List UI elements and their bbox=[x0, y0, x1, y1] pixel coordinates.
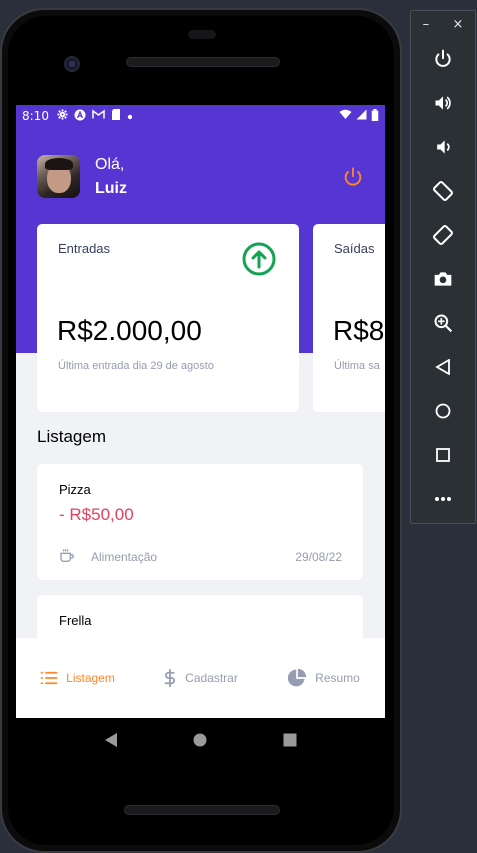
power-icon bbox=[344, 167, 362, 186]
camera-icon bbox=[434, 272, 452, 286]
rotate-right-button[interactable] bbox=[430, 222, 456, 248]
wifi-icon bbox=[339, 109, 352, 123]
nav-back-button[interactable] bbox=[102, 731, 120, 749]
tab-label: Listagem bbox=[66, 671, 115, 685]
power-icon bbox=[435, 49, 451, 67]
nav-overview-button[interactable] bbox=[281, 731, 299, 749]
gmail-icon bbox=[92, 109, 105, 123]
coffee-icon bbox=[59, 548, 75, 564]
front-camera bbox=[64, 56, 80, 72]
overview-square-icon bbox=[283, 733, 297, 747]
nav-home-button[interactable] bbox=[191, 731, 209, 749]
volume-down-button[interactable] bbox=[430, 134, 456, 160]
list-icon bbox=[40, 671, 58, 685]
tab-listagem[interactable]: Listagem bbox=[16, 638, 139, 718]
battery-icon bbox=[371, 108, 379, 124]
home-icon bbox=[435, 403, 451, 419]
power-button[interactable] bbox=[430, 46, 456, 72]
android-nav-bar bbox=[16, 718, 385, 762]
android-auto-icon bbox=[74, 109, 86, 124]
bottom-speaker bbox=[124, 805, 280, 815]
status-right bbox=[339, 108, 379, 124]
card-last-transaction: Última entrada dia 29 de agosto bbox=[58, 360, 214, 372]
more-button[interactable] bbox=[430, 486, 456, 512]
card-last-transaction: Última sa bbox=[334, 360, 380, 372]
tab-resumo[interactable]: Resumo bbox=[262, 638, 385, 718]
status-bar: 8:10 bbox=[16, 105, 385, 127]
card-amount: R$2.000,00 bbox=[57, 315, 202, 346]
minimize-button[interactable]: – bbox=[423, 17, 430, 32]
home-button[interactable] bbox=[430, 398, 456, 424]
avatar-hair bbox=[45, 158, 73, 170]
volume-up-button[interactable] bbox=[430, 90, 456, 116]
back-triangle-icon bbox=[104, 733, 117, 747]
transaction-category: Alimentação bbox=[91, 550, 158, 564]
user-name: Luiz bbox=[95, 180, 127, 197]
settings-icon bbox=[57, 109, 68, 123]
more-icon bbox=[435, 497, 451, 501]
transaction-amount: - R$50,00 bbox=[59, 505, 134, 524]
dollar-sign-icon bbox=[164, 669, 176, 687]
volume-up-icon bbox=[435, 96, 451, 110]
card-title: Saídas bbox=[334, 241, 375, 256]
tab-label: Cadastrar bbox=[185, 671, 238, 685]
back-icon bbox=[435, 359, 450, 375]
card-amount: R$8 bbox=[333, 315, 385, 346]
volume-down-icon bbox=[437, 140, 450, 154]
arrow-up-circle-icon bbox=[242, 242, 276, 276]
home-circle-icon bbox=[193, 733, 207, 747]
overview-button[interactable] bbox=[430, 442, 456, 468]
zoom-icon bbox=[434, 314, 453, 333]
status-time: 8:10 bbox=[22, 109, 49, 123]
phone-screen: 8:10 Olá, Luiz Entradas R$2.000,00 Últim… bbox=[16, 105, 385, 718]
rotate-right-icon bbox=[433, 225, 453, 245]
greeting-text: Olá, bbox=[95, 156, 125, 173]
bottom-tab-bar: Listagem Cadastrar Resumo bbox=[16, 638, 385, 718]
listing-title: Listagem bbox=[37, 427, 106, 446]
tab-cadastrar[interactable]: Cadastrar bbox=[139, 638, 262, 718]
logout-button[interactable] bbox=[342, 166, 364, 188]
transaction-title: Frella bbox=[59, 613, 92, 628]
avatar[interactable] bbox=[37, 155, 80, 198]
highlight-card-income: Entradas R$2.000,00 Última entrada dia 2… bbox=[37, 224, 299, 412]
rotate-left-icon bbox=[433, 181, 453, 201]
transaction-date: 29/08/22 bbox=[295, 550, 342, 564]
tab-label: Resumo bbox=[315, 671, 360, 685]
notification-dot-icon bbox=[127, 110, 133, 123]
card-title: Entradas bbox=[58, 241, 111, 256]
emulator-window-controls: – × bbox=[411, 11, 475, 37]
transaction-card[interactable]: Pizza - R$50,00 Alimentação 29/08/22 bbox=[37, 464, 363, 580]
zoom-button[interactable] bbox=[430, 310, 456, 336]
overview-icon bbox=[436, 448, 450, 462]
signal-icon bbox=[356, 109, 367, 123]
earpiece-speaker bbox=[126, 57, 280, 67]
transaction-title: Pizza bbox=[59, 482, 91, 497]
emulator-control-panel: – × bbox=[410, 10, 476, 524]
highlight-card-expense: Saídas R$8 Última sa bbox=[313, 224, 385, 412]
rotate-left-button[interactable] bbox=[430, 178, 456, 204]
close-button[interactable]: × bbox=[452, 17, 463, 32]
screenshot-button[interactable] bbox=[430, 266, 456, 292]
back-button[interactable] bbox=[430, 354, 456, 380]
pie-chart-icon bbox=[288, 668, 307, 687]
sd-card-icon bbox=[111, 109, 121, 123]
proximity-sensor bbox=[188, 30, 216, 39]
user-header: Olá, Luiz bbox=[37, 155, 367, 199]
